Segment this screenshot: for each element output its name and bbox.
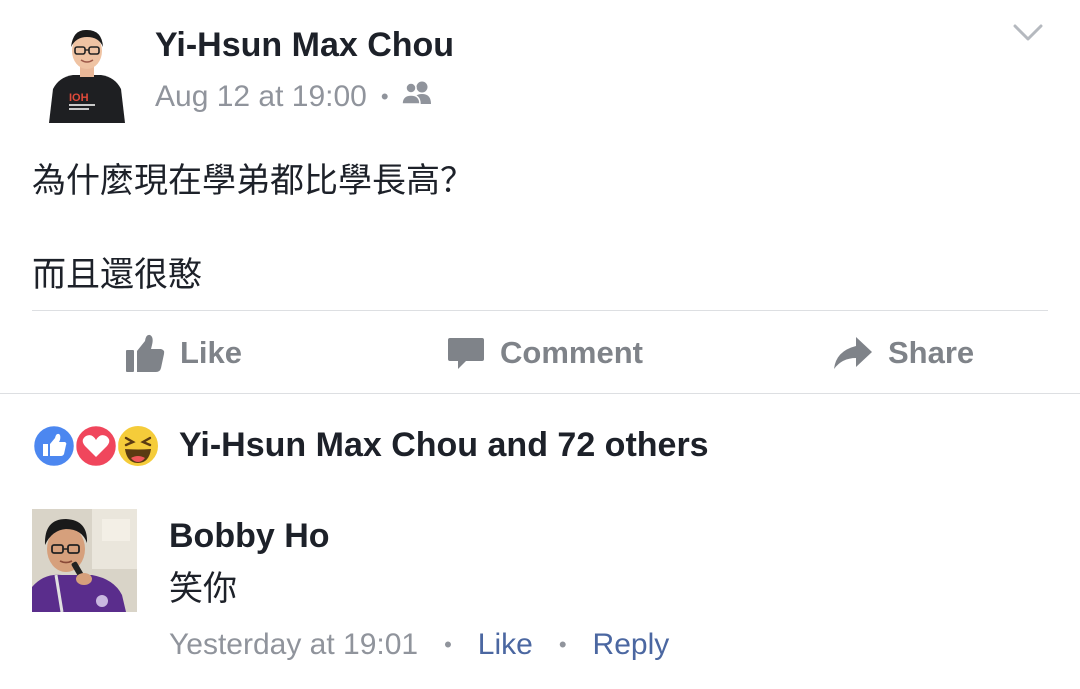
post-timestamp[interactable]: Aug 12 at 19:00	[155, 80, 367, 114]
share-arrow-icon	[834, 337, 872, 369]
meta-separator: •	[558, 632, 567, 657]
comment-like-link[interactable]: Like	[478, 628, 533, 662]
comment-button-label: Comment	[500, 335, 643, 370]
meta-separator: •	[380, 84, 389, 109]
meta-separator: •	[444, 632, 452, 657]
post-author-name[interactable]: Yi-Hsun Max Chou	[155, 26, 454, 65]
comment-bubble-icon	[448, 338, 484, 369]
divider	[32, 310, 1048, 311]
like-reaction-icon	[31, 423, 77, 469]
share-button[interactable]: Share	[832, 330, 974, 376]
reactions-summary[interactable]: Yi-Hsun Max Chou and 72 others	[179, 426, 709, 465]
avatar-shirt-logo: IOH	[69, 92, 89, 104]
thumbs-up-icon	[126, 334, 165, 372]
comment-timestamp[interactable]: Yesterday at 19:01	[169, 628, 418, 662]
post-text-line: 而且還很憨	[32, 256, 202, 294]
haha-reaction-icon	[116, 424, 160, 468]
comment-author-name[interactable]: Bobby Ho	[169, 517, 330, 556]
post-text-line: 為什麼現在學弟都比學長高？	[32, 162, 474, 200]
comment-text: 笑你	[169, 570, 237, 608]
comment-reply-link[interactable]: Reply	[593, 628, 670, 662]
comment-meta: Yesterday at 19:01 • Like • Reply	[169, 628, 669, 662]
chevron-down-icon[interactable]	[1012, 20, 1044, 46]
avatar-image	[32, 509, 137, 612]
avatar-image: IOH	[49, 23, 125, 123]
share-button-label: Share	[888, 335, 975, 370]
friends-icon[interactable]	[400, 80, 433, 114]
commenter-avatar[interactable]	[32, 509, 137, 612]
love-reaction-icon	[73, 423, 119, 469]
post-meta: Aug 12 at 19:00 •	[155, 80, 433, 114]
like-button-label: Like	[180, 335, 243, 370]
like-button[interactable]: Like	[124, 330, 242, 376]
comment-button[interactable]: Comment	[446, 330, 643, 376]
reaction-icons[interactable]	[31, 423, 162, 469]
divider	[0, 393, 1080, 394]
author-avatar[interactable]: IOH	[49, 23, 125, 123]
